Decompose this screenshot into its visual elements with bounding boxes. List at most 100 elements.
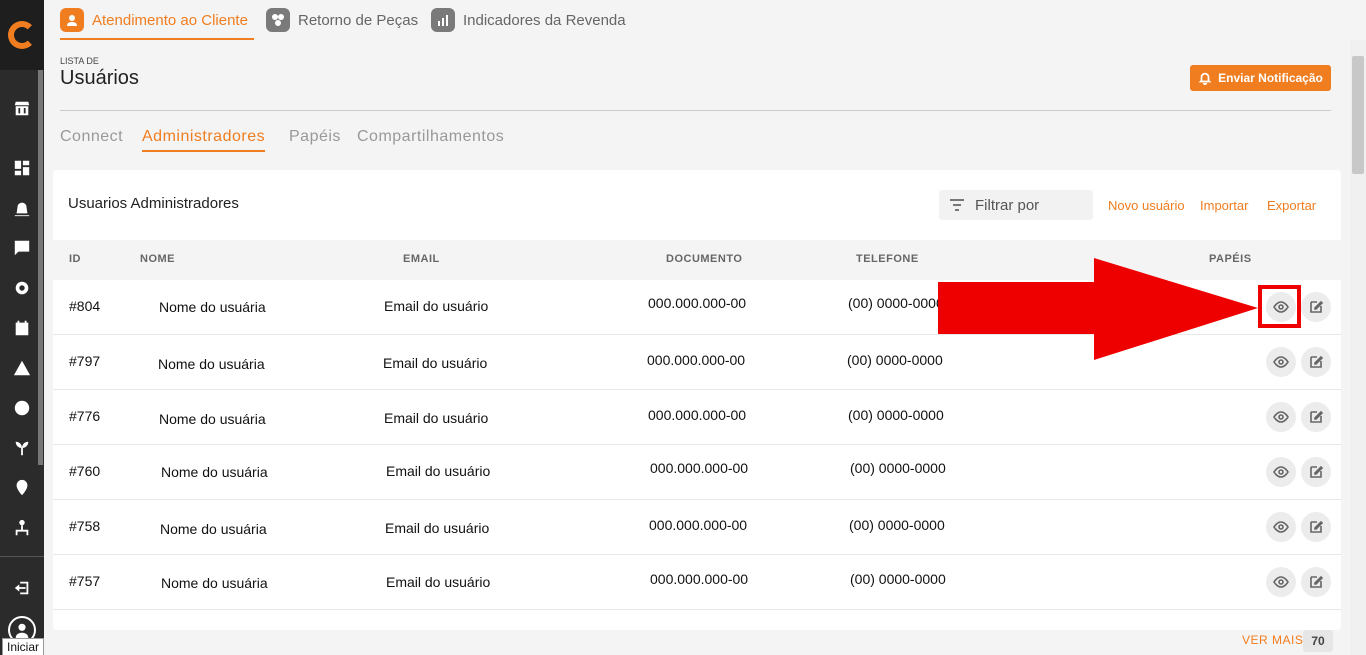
- tab-retorno-pecas[interactable]: Retorno de Peças: [266, 0, 418, 40]
- calendar-icon[interactable]: [12, 318, 32, 338]
- edit-icon: [1310, 575, 1324, 588]
- edit-button[interactable]: [1301, 347, 1331, 377]
- row-document: 000.000.000-00: [648, 407, 747, 423]
- users-card: Usuarios Administradores Filtrar por Nov…: [53, 170, 1341, 630]
- chart-icon: [431, 8, 455, 32]
- store-icon[interactable]: [12, 98, 32, 118]
- view-button[interactable]: [1266, 402, 1296, 432]
- eye-icon: [1273, 411, 1289, 423]
- send-notification-button[interactable]: Enviar Notificação: [1190, 65, 1331, 91]
- annotation-highlight-box: [1258, 285, 1301, 328]
- edit-button[interactable]: [1301, 457, 1331, 487]
- table-row[interactable]: #760 Nome do usuária Email do usuário 00…: [53, 445, 1341, 500]
- tab-compartilhamentos[interactable]: Compartilhamentos: [357, 128, 504, 150]
- filter-placeholder: Filtrar por: [975, 196, 1040, 214]
- tab-label: Atendimento ao Cliente: [92, 11, 248, 29]
- view-button[interactable]: [1266, 347, 1296, 377]
- send-notification-label: Enviar Notificação: [1218, 71, 1323, 85]
- row-id: #804: [69, 298, 101, 314]
- bell-icon: [1198, 72, 1212, 85]
- edit-icon: [1310, 465, 1324, 478]
- row-email: Email do usuário: [384, 410, 489, 426]
- sidebar: [0, 0, 44, 655]
- row-phone: (00) 0000-0000: [850, 571, 946, 587]
- location-icon[interactable]: [12, 478, 32, 498]
- row-name: Nome do usuária: [159, 299, 266, 315]
- row-name: Nome do usuária: [161, 464, 268, 480]
- column-header-id: ID: [69, 253, 81, 265]
- edit-button[interactable]: [1301, 292, 1331, 322]
- tab-administradores[interactable]: Administradores: [142, 128, 266, 152]
- tab-atendimento[interactable]: Atendimento ao Cliente: [60, 0, 254, 40]
- sidebar-scrollbar[interactable]: [38, 70, 43, 465]
- row-phone: (00) 0000-0000: [849, 517, 945, 533]
- row-id: #758: [69, 518, 101, 534]
- globe-icon[interactable]: [12, 398, 32, 418]
- hierarchy-icon[interactable]: [12, 518, 32, 538]
- row-name: Nome do usuária: [161, 575, 268, 591]
- warning-icon[interactable]: [12, 358, 32, 378]
- row-email: Email do usuário: [386, 574, 491, 590]
- row-name: Nome do usuária: [159, 411, 266, 427]
- eye-icon: [1273, 466, 1289, 478]
- row-phone: (00) 0000-0000: [850, 460, 946, 476]
- plant-icon[interactable]: [12, 438, 32, 458]
- table-row-partial: [53, 610, 1341, 630]
- row-document: 000.000.000-00: [650, 460, 749, 476]
- export-link[interactable]: Exportar: [1267, 198, 1316, 213]
- edit-icon: [1310, 300, 1324, 313]
- edit-button[interactable]: [1301, 512, 1331, 542]
- row-id: #797: [69, 353, 101, 369]
- edit-icon: [1310, 410, 1324, 423]
- see-more-link[interactable]: VER MAIS: [1242, 633, 1303, 647]
- row-document: 000.000.000-00: [650, 571, 749, 587]
- row-document: 000.000.000-00: [648, 295, 747, 311]
- logout-icon[interactable]: [12, 578, 32, 598]
- column-header-nome: NOME: [140, 253, 175, 265]
- logo[interactable]: [0, 0, 44, 70]
- row-id: #757: [69, 573, 101, 589]
- tab-papeis[interactable]: Papéis: [289, 128, 341, 150]
- annotation-arrow-icon: [938, 258, 1258, 360]
- table-row[interactable]: #776 Nome do usuária Email do usuário 00…: [53, 390, 1341, 445]
- dashboard-icon[interactable]: [12, 158, 32, 178]
- filter-icon: [950, 199, 964, 211]
- row-email: Email do usuário: [386, 463, 491, 479]
- alarm-icon[interactable]: [12, 198, 32, 218]
- eye-icon: [1273, 356, 1289, 368]
- tooltip: Iniciar: [2, 638, 45, 655]
- tab-label: Indicadores da Revenda: [463, 11, 626, 29]
- logo-mark-icon: [8, 21, 36, 49]
- tab-label: Retorno de Peças: [298, 11, 419, 29]
- chat-icon[interactable]: [12, 238, 32, 258]
- gear-icon[interactable]: [12, 278, 32, 298]
- tab-connect[interactable]: Connect: [60, 128, 123, 150]
- page-scrollbar-thumb[interactable]: [1352, 56, 1364, 174]
- eye-icon: [1273, 521, 1289, 533]
- row-name: Nome do usuária: [158, 356, 265, 372]
- edit-button[interactable]: [1301, 567, 1331, 597]
- view-button[interactable]: [1266, 457, 1296, 487]
- sidebar-divider: [0, 556, 44, 557]
- column-header-documento: DOCUMENTO: [666, 253, 743, 265]
- row-id: #760: [69, 463, 101, 479]
- row-email: Email do usuário: [384, 298, 489, 314]
- table-row[interactable]: #757 Nome do usuária Email do usuário 00…: [53, 555, 1341, 610]
- row-email: Email do usuário: [383, 355, 488, 371]
- edit-icon: [1310, 520, 1324, 533]
- total-count-badge: 70: [1303, 630, 1333, 652]
- table-row[interactable]: #758 Nome do usuária Email do usuário 00…: [53, 500, 1341, 555]
- view-button[interactable]: [1266, 567, 1296, 597]
- row-document: 000.000.000-00: [649, 517, 748, 533]
- new-user-link[interactable]: Novo usuário: [1108, 198, 1185, 213]
- page-title: Usuários: [60, 67, 139, 89]
- view-button[interactable]: [1266, 512, 1296, 542]
- edit-icon: [1310, 355, 1324, 368]
- import-link[interactable]: Importar: [1200, 198, 1248, 213]
- row-email: Email do usuário: [385, 520, 490, 536]
- edit-button[interactable]: [1301, 402, 1331, 432]
- eye-icon: [1273, 576, 1289, 588]
- tab-indicadores[interactable]: Indicadores da Revenda: [431, 0, 626, 40]
- filter-input[interactable]: Filtrar por: [939, 190, 1093, 220]
- row-document: 000.000.000-00: [647, 352, 746, 368]
